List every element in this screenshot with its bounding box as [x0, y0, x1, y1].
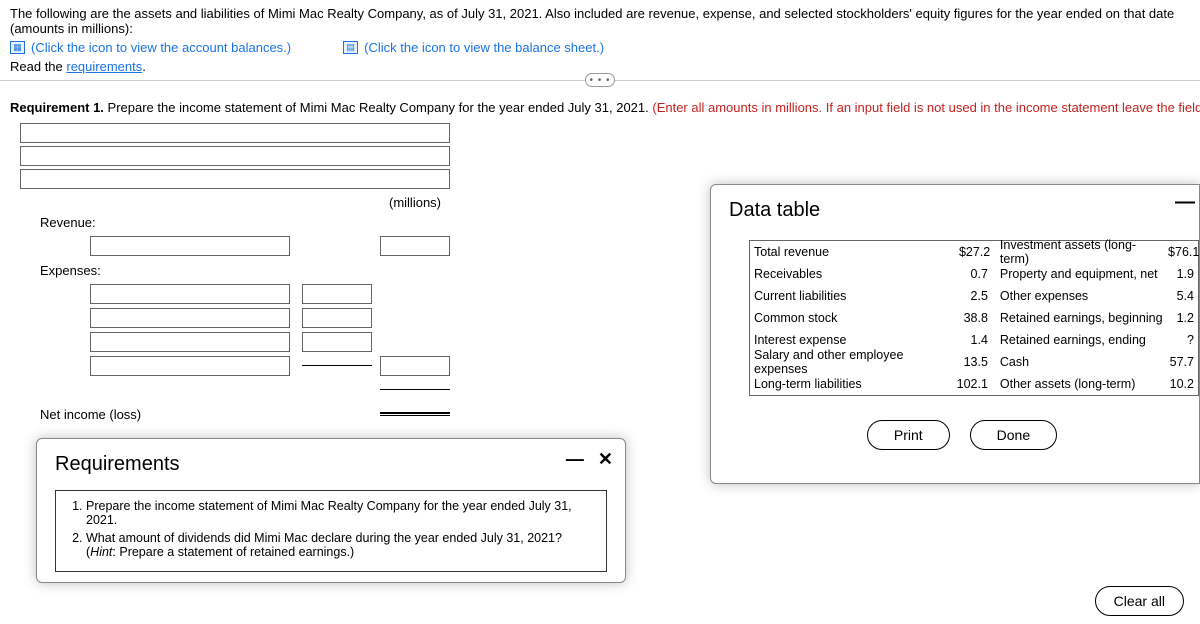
read-the-label: Read the	[10, 59, 66, 74]
expense-account-select-4[interactable]	[90, 356, 290, 376]
table-row: Total revenue $ 27.2 Investment assets (…	[750, 241, 1198, 263]
netincome-line	[380, 389, 450, 391]
expense-amount-1[interactable]	[302, 284, 372, 304]
total-expenses-input[interactable]	[380, 356, 450, 376]
net-income-double-underline	[380, 412, 450, 416]
expense-amount-3[interactable]	[302, 332, 372, 352]
expense-amount-2[interactable]	[302, 308, 372, 328]
table-row: Salary and other employee expenses13.5 C…	[750, 351, 1198, 373]
table-row: Current liabilities2.5 Other expenses5.4	[750, 285, 1198, 307]
period: .	[142, 59, 146, 74]
revenue-account-select[interactable]	[90, 236, 290, 256]
data-minimize-icon[interactable]: —	[1175, 191, 1195, 214]
requirements-body: Prepare the income statement of Mimi Mac…	[55, 490, 607, 572]
data-table: Total revenue $ 27.2 Investment assets (…	[749, 240, 1199, 396]
table-row: Long-term liabilities102.1 Other assets …	[750, 373, 1198, 395]
requirement-item-2: What amount of dividends did Mimi Mac de…	[86, 531, 594, 559]
requirement-item-1: Prepare the income statement of Mimi Mac…	[86, 499, 594, 527]
requirements-dialog: — ✕ Requirements Prepare the income stat…	[36, 438, 626, 583]
clear-all-button[interactable]: Clear all	[1095, 586, 1184, 616]
requirement-1-label: Requirement 1.	[10, 100, 104, 115]
sheet-icon[interactable]: ▤	[343, 41, 358, 54]
expense-account-select-3[interactable]	[90, 332, 290, 352]
revenue-amount-input[interactable]	[380, 236, 450, 256]
table-row: Receivables0.7 Property and equipment, n…	[750, 263, 1198, 285]
data-table-dialog: — Data table Total revenue $ 27.2 Invest…	[710, 184, 1200, 484]
ellipsis-button[interactable]: • • •	[585, 73, 615, 87]
title-input-2[interactable]	[20, 146, 450, 166]
intro-text: The following are the assets and liabili…	[10, 6, 1190, 36]
requirements-title: Requirements	[55, 453, 607, 476]
data-table-title: Data table	[729, 199, 1195, 222]
done-button[interactable]: Done	[970, 420, 1057, 450]
millions-header: (millions)	[370, 195, 460, 210]
expenses-label: Expenses:	[40, 263, 280, 278]
title-input-1[interactable]	[20, 123, 450, 143]
title-input-3[interactable]	[20, 169, 450, 189]
net-income-label: Net income (loss)	[40, 407, 280, 422]
requirements-link[interactable]: requirements	[66, 59, 142, 74]
view-balances-link[interactable]: (Click the icon to view the account bala…	[31, 40, 291, 55]
view-balance-sheet-link[interactable]: (Click the icon to view the balance shee…	[364, 40, 604, 55]
requirement-1-hint: (Enter all amounts in millions. If an in…	[652, 100, 1200, 115]
close-icon[interactable]: ✕	[598, 449, 613, 470]
expense-account-select-2[interactable]	[90, 308, 290, 328]
expense-subtotal-line	[302, 365, 372, 367]
expense-account-select-1[interactable]	[90, 284, 290, 304]
print-button[interactable]: Print	[867, 420, 950, 450]
revenue-label: Revenue:	[40, 215, 280, 230]
grid-icon[interactable]: ▦	[10, 41, 25, 54]
requirement-1-text: Prepare the income statement of Mimi Mac…	[104, 100, 652, 115]
divider: • • •	[0, 80, 1200, 94]
minimize-icon[interactable]: —	[566, 449, 584, 470]
table-row: Common stock38.8 Retained earnings, begi…	[750, 307, 1198, 329]
